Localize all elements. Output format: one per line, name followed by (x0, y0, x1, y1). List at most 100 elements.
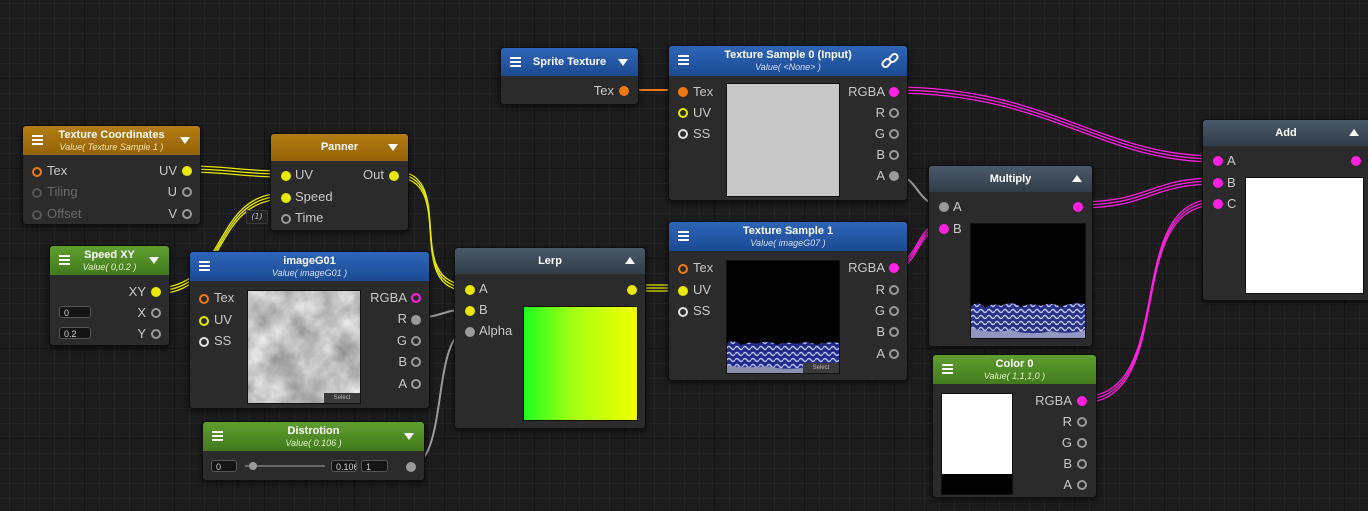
input-port-tex[interactable] (678, 264, 688, 274)
texture-sample-1-node[interactable]: Texture Sample 1 Value( imageG07 ) Tex U… (668, 221, 908, 381)
texture-sample-0-node[interactable]: Texture Sample 0 (Input) Value( <None> )… (668, 45, 908, 201)
input-port-a[interactable] (465, 285, 475, 295)
y-value-field[interactable]: 0.2 (59, 327, 91, 339)
input-port-alpha[interactable] (465, 327, 475, 337)
input-port-b[interactable] (1213, 178, 1223, 188)
output-port-rgba[interactable] (889, 87, 899, 97)
input-port-a[interactable] (939, 202, 949, 212)
distortion-header[interactable]: Distrotion Value( 0.106 ) (203, 422, 424, 451)
output-port-a[interactable] (1077, 480, 1087, 490)
input-port-b[interactable] (939, 224, 949, 234)
panner-node[interactable]: Panner UV Speed Time Out (270, 133, 409, 231)
output-port-r[interactable] (889, 285, 899, 295)
lerp-header[interactable]: Lerp (455, 248, 645, 274)
texture-sample-0-header[interactable]: Texture Sample 0 (Input) Value( <None> ) (669, 46, 907, 76)
input-port-tex[interactable] (32, 167, 42, 177)
collapse-arrow-icon[interactable] (618, 59, 628, 66)
output-port-rgba[interactable] (1077, 396, 1087, 406)
collapse-arrow-icon[interactable] (180, 137, 190, 144)
input-port-ss[interactable] (199, 337, 209, 347)
output-port-rgba[interactable] (411, 293, 421, 303)
input-port-uv[interactable] (199, 316, 209, 326)
input-port-uv[interactable] (678, 286, 688, 296)
output-port-value[interactable] (406, 462, 416, 472)
add-header[interactable]: Add (1203, 120, 1368, 146)
add-node[interactable]: Add A B C (1202, 119, 1368, 301)
collapse-arrow-icon[interactable] (1072, 175, 1082, 182)
output-port-tex[interactable] (619, 86, 629, 96)
multiply-node[interactable]: Multiply A B (928, 165, 1093, 347)
slider-min-field[interactable]: 0 (211, 460, 237, 472)
color-0-header[interactable]: Color 0 Value( 1,1,1,0 ) (933, 355, 1096, 384)
speed-xy-header[interactable]: Speed XY Value( 0,0.2 ) (50, 246, 169, 275)
menu-icon[interactable] (510, 57, 521, 68)
output-port-b[interactable] (889, 150, 899, 160)
input-port-tex[interactable] (678, 87, 688, 97)
collapse-arrow-icon[interactable] (625, 257, 635, 264)
output-port-result[interactable] (1073, 202, 1083, 212)
output-port-r[interactable] (411, 315, 421, 325)
color-swatch[interactable] (941, 393, 1013, 495)
output-port-g[interactable] (1077, 438, 1087, 448)
slider-max-field[interactable]: 1 (361, 460, 388, 472)
output-port-y[interactable] (151, 329, 161, 339)
texture-coordinates-header[interactable]: Texture Coordinates Value( Texture Sampl… (23, 126, 200, 155)
output-port-result[interactable] (627, 285, 637, 295)
input-port-ss[interactable] (678, 307, 688, 317)
input-port-tiling[interactable] (32, 188, 42, 198)
output-port-x[interactable] (151, 308, 161, 318)
select-button[interactable]: Select (324, 393, 360, 403)
input-port-time[interactable] (281, 214, 291, 224)
input-port-a[interactable] (1213, 156, 1223, 166)
output-port-result[interactable] (1351, 156, 1361, 166)
output-port-b[interactable] (411, 357, 421, 367)
collapse-arrow-icon[interactable] (404, 433, 414, 440)
input-port-offset[interactable] (32, 210, 42, 220)
distortion-node[interactable]: Distrotion Value( 0.106 ) 0 0.106 1 (202, 421, 425, 481)
output-port-r[interactable] (889, 108, 899, 118)
input-port-c[interactable] (1213, 199, 1223, 209)
output-port-r[interactable] (1077, 417, 1087, 427)
input-port-tex[interactable] (199, 294, 209, 304)
output-port-b[interactable] (1077, 459, 1087, 469)
menu-icon[interactable] (32, 135, 43, 146)
output-port-a[interactable] (889, 171, 899, 181)
menu-icon[interactable] (678, 55, 689, 66)
speed-xy-node[interactable]: Speed XY Value( 0,0.2 ) XY 0 X 0.2 Y (49, 245, 170, 346)
select-button[interactable]: Select (803, 363, 839, 373)
input-port-b[interactable] (465, 306, 475, 316)
output-port-g[interactable] (889, 129, 899, 139)
output-port-a[interactable] (889, 349, 899, 359)
input-port-ss[interactable] (678, 129, 688, 139)
input-port-uv[interactable] (678, 108, 688, 118)
input-port-uv[interactable] (281, 171, 291, 181)
texture-coordinates-node[interactable]: Texture Coordinates Value( Texture Sampl… (22, 125, 201, 225)
menu-icon[interactable] (59, 255, 70, 266)
menu-icon[interactable] (942, 364, 953, 375)
color-0-node[interactable]: Color 0 Value( 1,1,1,0 ) RGBA R G B A (932, 354, 1097, 498)
output-port-u[interactable] (182, 187, 192, 197)
sprite-texture-header[interactable]: Sprite Texture (501, 48, 638, 76)
link-icon[interactable] (881, 52, 899, 70)
input-port-speed[interactable] (281, 193, 291, 203)
output-port-xy[interactable] (151, 287, 161, 297)
menu-icon[interactable] (678, 231, 689, 242)
output-port-b[interactable] (889, 327, 899, 337)
output-port-a[interactable] (411, 379, 421, 389)
output-port-v[interactable] (182, 209, 192, 219)
output-port-g[interactable] (411, 336, 421, 346)
menu-icon[interactable] (199, 261, 210, 272)
image-g01-header[interactable]: imageG01 Value( imageG01 ) (190, 252, 429, 281)
output-port-out[interactable] (389, 171, 399, 181)
multiply-header[interactable]: Multiply (929, 166, 1092, 192)
menu-icon[interactable] (212, 431, 223, 442)
collapse-arrow-icon[interactable] (1349, 129, 1359, 136)
time-default-badge[interactable]: (1) (246, 210, 268, 224)
image-g01-node[interactable]: imageG01 Value( imageG01 ) Tex UV SS Sel… (189, 251, 430, 409)
slider-value-field[interactable]: 0.106 (331, 460, 357, 472)
texture-sample-1-header[interactable]: Texture Sample 1 Value( imageG07 ) (669, 222, 907, 251)
sprite-texture-node[interactable]: Sprite Texture Tex (500, 47, 639, 105)
value-slider-knob[interactable] (249, 462, 258, 470)
x-value-field[interactable]: 0 (59, 306, 91, 318)
output-port-g[interactable] (889, 306, 899, 316)
